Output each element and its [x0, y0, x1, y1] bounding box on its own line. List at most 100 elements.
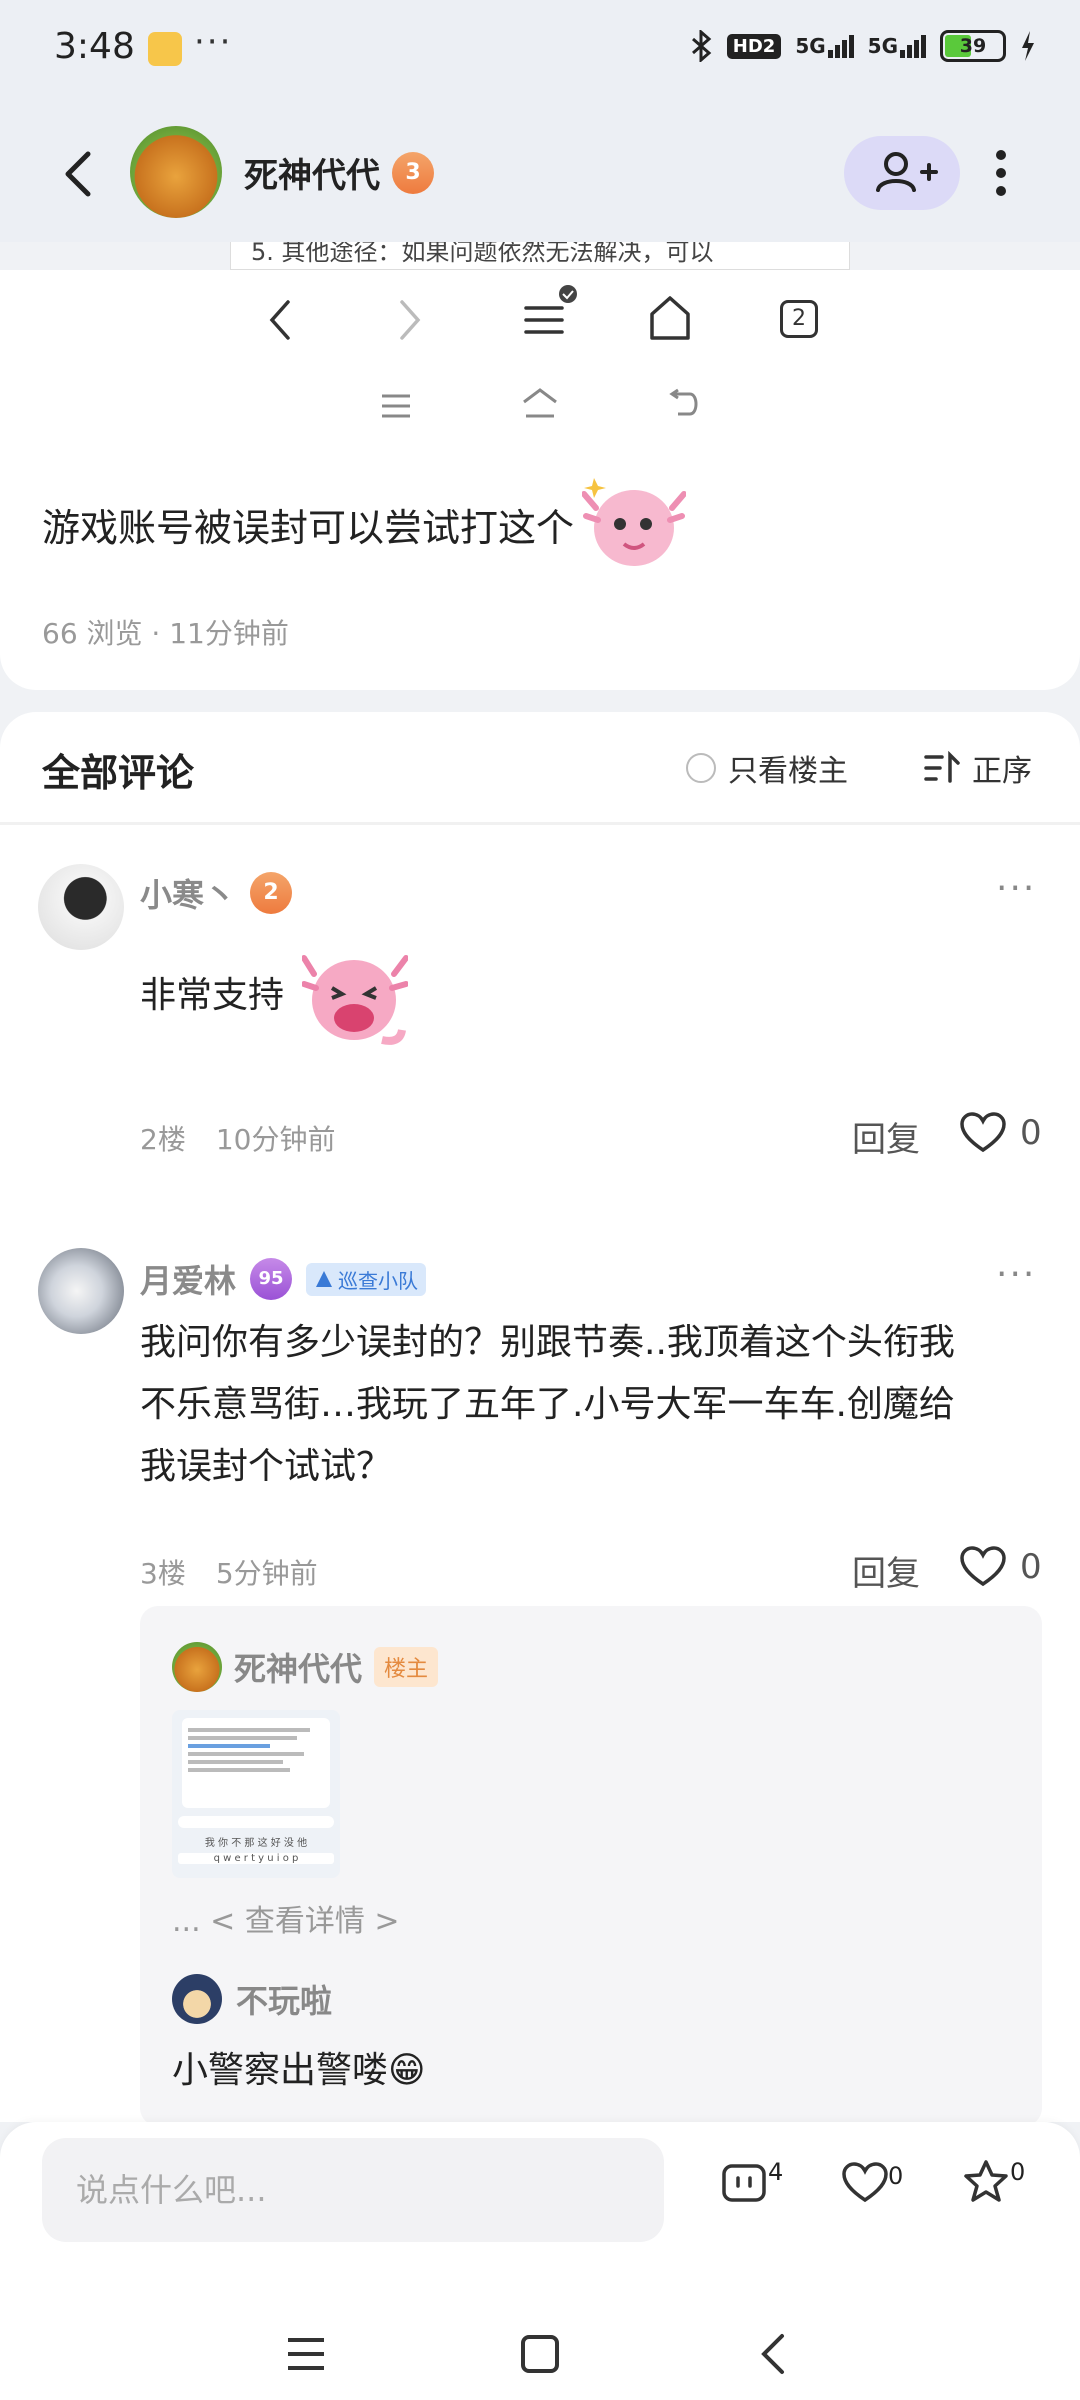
favorite-button[interactable]: 0: [962, 2158, 1025, 2206]
mini-back-icon[interactable]: [668, 388, 700, 420]
comment-count: 4: [768, 2158, 784, 2186]
back-icon[interactable]: [756, 2332, 788, 2376]
post-meta: 66 浏览 · 11分钟前: [42, 617, 289, 650]
sort-icon: [924, 751, 960, 783]
comment-body: 非常支持: [140, 934, 409, 1058]
star-count: 0: [1010, 2158, 1026, 2186]
home-icon[interactable]: [520, 2334, 560, 2374]
thumbnail-keyboard: q w e r t y u i o p: [178, 1853, 334, 1864]
battery-icon: 39: [940, 30, 1006, 62]
comment-username[interactable]: 月爱林: [140, 1256, 236, 1302]
mini-home-icon[interactable]: [522, 388, 558, 420]
back-arrow-icon[interactable]: [54, 144, 104, 204]
like-post-button[interactable]: 0: [842, 2162, 903, 2204]
star-icon: [964, 2160, 1008, 2202]
patrol-team-badge: 巡查小队: [306, 1262, 427, 1296]
pink-axolotl-laugh-sticker-icon: [302, 955, 409, 1045]
like-count: 0: [1020, 1547, 1042, 1587]
heart-icon: [842, 2162, 888, 2203]
more-notifications-icon: ···: [194, 22, 233, 62]
only-host-radio[interactable]: [686, 753, 716, 783]
status-time: 3:48: [54, 26, 135, 67]
heart-icon: [960, 1546, 1006, 1587]
browser-forward-icon[interactable]: [392, 296, 428, 344]
user-avatar[interactable]: [38, 1248, 124, 1334]
overlay-snippet: 5. 其他途径：如果问题依然无法解决，可以: [230, 242, 850, 270]
user-level-badge: 2: [250, 872, 293, 914]
browser-home-icon[interactable]: [648, 292, 692, 344]
sub-reply-text: 小警察出警喽😁: [172, 2050, 426, 2091]
screenshot-thumbnail[interactable]: 我 你 不 那 这 好 没 他 q w e r t y u i o p: [172, 1710, 340, 1878]
hd-voice-badge: HD2: [726, 33, 782, 59]
sub-reply-user-row: 死神代代 楼主: [172, 1642, 439, 1692]
host-small-avatar[interactable]: [172, 1642, 222, 1692]
sub-reply-username[interactable]: 不玩啦: [236, 1976, 332, 2022]
comment-time: 5分钟前: [215, 1557, 318, 1590]
sub-reply-username[interactable]: 死神代代: [234, 1644, 362, 1690]
comment-more-icon[interactable]: ···: [996, 1254, 1036, 1295]
user-avatar[interactable]: [38, 864, 124, 950]
add-user-icon: [876, 152, 938, 192]
comment-meta: 3楼 5分钟前: [140, 1552, 318, 1592]
comment-floor: 2楼: [140, 1123, 186, 1156]
comment-user-row: 小寒丶 2: [140, 870, 293, 916]
comment-text-line: 不乐意骂街…我玩了五年了.小号大军一车车.创魔给: [140, 1384, 955, 1425]
bluetooth-icon: [691, 30, 712, 62]
comment-input[interactable]: 说点什么吧...: [42, 2138, 664, 2242]
patrol-badge-label: 巡查小队: [338, 1268, 419, 1293]
comment-body: 我问你有多少误封的？别跟节奏..我顶着这个头衔我 不乐意骂街…我玩了五年了.小号…: [140, 1312, 955, 1498]
follow-button[interactable]: [844, 136, 960, 210]
like-button[interactable]: 0: [960, 1546, 1042, 1588]
status-indicators: HD2 5G 5G 39: [689, 30, 1036, 62]
signal-1-icon: 5G: [795, 34, 854, 58]
comment-text-line: 我问你有多少误封的？别跟节奏..我顶着这个头衔我: [140, 1322, 955, 1363]
host-info: 死神代代 3: [244, 148, 434, 197]
comment-user-row: 月爱林 95 巡查小队: [140, 1256, 427, 1302]
user-level-badge: 95: [250, 1258, 293, 1300]
comment-more-icon[interactable]: ···: [996, 868, 1036, 909]
post-title: 游戏账号被误封可以尝试打这个: [42, 506, 575, 550]
host-name[interactable]: 死神代代: [244, 148, 380, 197]
browser-nav-bar: 2: [0, 270, 1080, 370]
comment-time: 10分钟前: [215, 1123, 336, 1156]
user-small-avatar[interactable]: [172, 1974, 222, 2024]
like-button[interactable]: 0: [960, 1112, 1042, 1154]
reply-button[interactable]: 回复: [852, 1546, 920, 1595]
like-count: 0: [1020, 1113, 1042, 1153]
comment-text-line: 我误封个试试？: [140, 1446, 393, 1487]
post-title-row: 游戏账号被误封可以尝试打这个: [42, 468, 687, 578]
post-like-count: 0: [888, 2162, 904, 2190]
host-tag-badge: 楼主: [374, 1647, 439, 1687]
system-nav-bar: [0, 2300, 1080, 2400]
comments-title: 全部评论: [42, 751, 195, 795]
comment-text: 非常支持: [140, 975, 285, 1016]
divider: [0, 822, 1080, 825]
thumbnail-chips: 我 你 不 那 这 好 没 他: [204, 1838, 308, 1849]
patrol-icon: [316, 1271, 333, 1287]
only-host-toggle[interactable]: 只看楼主: [686, 746, 848, 790]
pink-axolotl-sticker-icon: [582, 478, 687, 566]
comment-username[interactable]: 小寒丶: [140, 870, 236, 916]
thumbnail-input: [178, 1816, 334, 1828]
sort-label: 正序: [972, 754, 1032, 789]
browser-tabs-button[interactable]: 2: [780, 300, 818, 338]
charging-icon: [1022, 31, 1034, 61]
host-avatar[interactable]: [130, 126, 222, 218]
mini-menu-icon[interactable]: [380, 392, 412, 420]
post-time: 11分钟前: [169, 617, 289, 650]
comment-icon: [722, 2164, 766, 2202]
reply-button[interactable]: 回复: [852, 1112, 920, 1161]
browser-menu-icon[interactable]: [518, 282, 582, 346]
browser-back-icon[interactable]: [262, 296, 298, 344]
view-detail-link[interactable]: ... < 查看详情 >: [172, 1896, 400, 1940]
comment-count-button[interactable]: 4: [720, 2158, 783, 2206]
only-host-label: 只看楼主: [728, 754, 848, 789]
sort-toggle[interactable]: 正序: [924, 746, 1032, 790]
mini-system-nav: [0, 370, 1080, 440]
signal-2-icon: 5G: [868, 34, 926, 58]
recent-apps-icon[interactable]: [286, 2336, 326, 2372]
heart-icon: [960, 1112, 1006, 1153]
more-options-icon[interactable]: [986, 146, 1016, 200]
comment-meta: 2楼 10分钟前: [140, 1118, 335, 1158]
thumbnail-message-bubble: [182, 1718, 330, 1808]
